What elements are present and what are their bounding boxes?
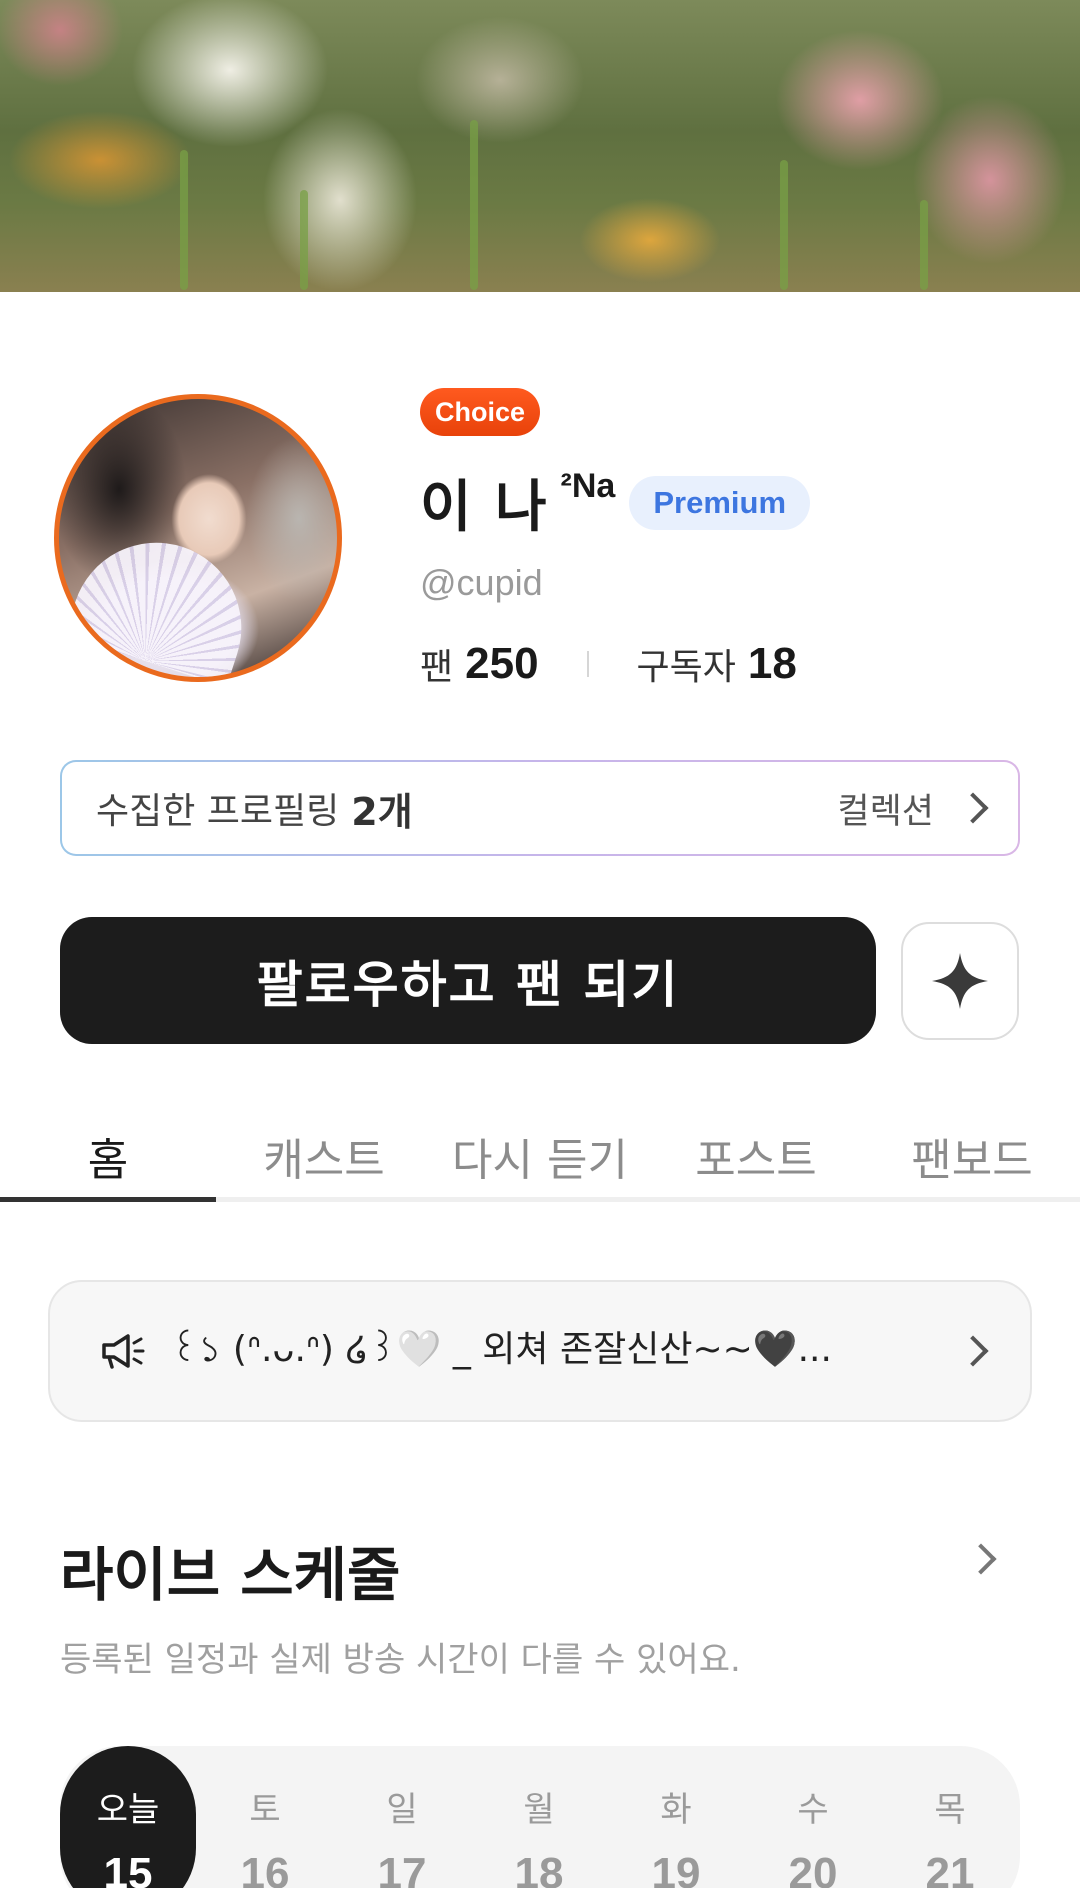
day-item[interactable]: 목 21 [882, 1746, 1018, 1888]
sparkle-button[interactable] [901, 922, 1019, 1040]
schedule-more-button[interactable] [965, 1543, 997, 1575]
collection-link[interactable]: 컬렉션 [837, 783, 934, 834]
day-weekday: 오늘 [96, 1790, 160, 1830]
choice-badge: Choice [420, 388, 540, 436]
day-date: 16 [240, 1849, 290, 1888]
fans-count: 250 [465, 639, 539, 688]
day-date: 15 [103, 1849, 153, 1888]
day-item[interactable]: 월 18 [471, 1746, 607, 1888]
profile-tabs: 홈 캐스트 다시 듣기 포스트 팬보드 [0, 1110, 1080, 1202]
tab-post[interactable]: 포스트 [648, 1110, 864, 1202]
collection-label: 수집한 프로필링 [96, 791, 340, 832]
day-weekday: 수 [797, 1790, 829, 1830]
subscribers-label: 구독자 [636, 647, 736, 688]
profile-name-row: 이 나 ²Na Premium [420, 462, 811, 543]
chevron-right-icon [957, 792, 989, 824]
day-date: 19 [651, 1849, 701, 1888]
stats-divider [586, 651, 589, 677]
day-today[interactable]: 오늘 15 [60, 1746, 196, 1888]
day-item[interactable]: 토 16 [197, 1746, 333, 1888]
day-item[interactable]: 수 20 [745, 1746, 881, 1888]
profile-name-suffix: ²Na [560, 467, 616, 505]
tab-replay[interactable]: 다시 듣기 [432, 1110, 648, 1202]
day-weekday: 토 [249, 1790, 281, 1830]
day-item[interactable]: 일 17 [334, 1746, 470, 1888]
day-weekday: 화 [660, 1790, 692, 1830]
schedule-title: 라이브 스케줄 [60, 1541, 401, 1609]
collection-bar[interactable]: 수집한 프로필링 2개 컬렉션 [60, 760, 1020, 856]
profile-handle: @cupid [420, 562, 543, 603]
day-weekday: 일 [386, 1790, 418, 1830]
day-weekday: 월 [523, 1790, 555, 1830]
profile-stats: 팬 250 구독자 18 [420, 636, 797, 692]
schedule-subtitle: 등록된 일정과 실제 방송 시간이 다를 수 있어요. [60, 1640, 741, 1680]
day-date: 18 [514, 1849, 564, 1888]
day-date: 17 [377, 1849, 427, 1888]
collection-count: 2개 [351, 789, 413, 834]
follow-button[interactable]: 팔로우하고 팬 되기 [60, 917, 876, 1044]
subscribers-count: 18 [747, 639, 797, 688]
fans-label: 팬 [420, 647, 454, 688]
day-date: 20 [788, 1849, 838, 1888]
day-weekday: 목 [934, 1790, 966, 1830]
chevron-right-icon [957, 1335, 989, 1367]
day-date: 21 [925, 1849, 975, 1888]
tab-fanboard[interactable]: 팬보드 [864, 1110, 1080, 1202]
profile-avatar[interactable] [54, 394, 342, 682]
day-item[interactable]: 화 19 [608, 1746, 744, 1888]
tab-cast[interactable]: 캐스트 [216, 1110, 432, 1202]
notice-banner[interactable]: ꒰১ (ᐢ.ᴗ.ᐢ) ໒꒱🤍 _ 외쳐 존잘신산~~🖤... [48, 1280, 1032, 1422]
premium-badge: Premium [629, 475, 811, 530]
sparkle-icon [932, 953, 988, 1009]
cover-image [0, 0, 1080, 292]
megaphone-icon [102, 1334, 145, 1369]
profile-name: 이 나 [420, 475, 549, 540]
tab-home[interactable]: 홈 [0, 1110, 216, 1202]
schedule-day-strip: 오늘 15 토 16 일 17 월 18 화 19 수 20 목 21 [60, 1746, 1020, 1888]
notice-text: ꒰১ (ᐢ.ᴗ.ᐢ) ໒꒱🤍 _ 외쳐 존잘신산~~🖤... [170, 1329, 832, 1370]
avatar-photo-detail [64, 520, 264, 677]
chevron-right-icon [965, 1543, 997, 1575]
